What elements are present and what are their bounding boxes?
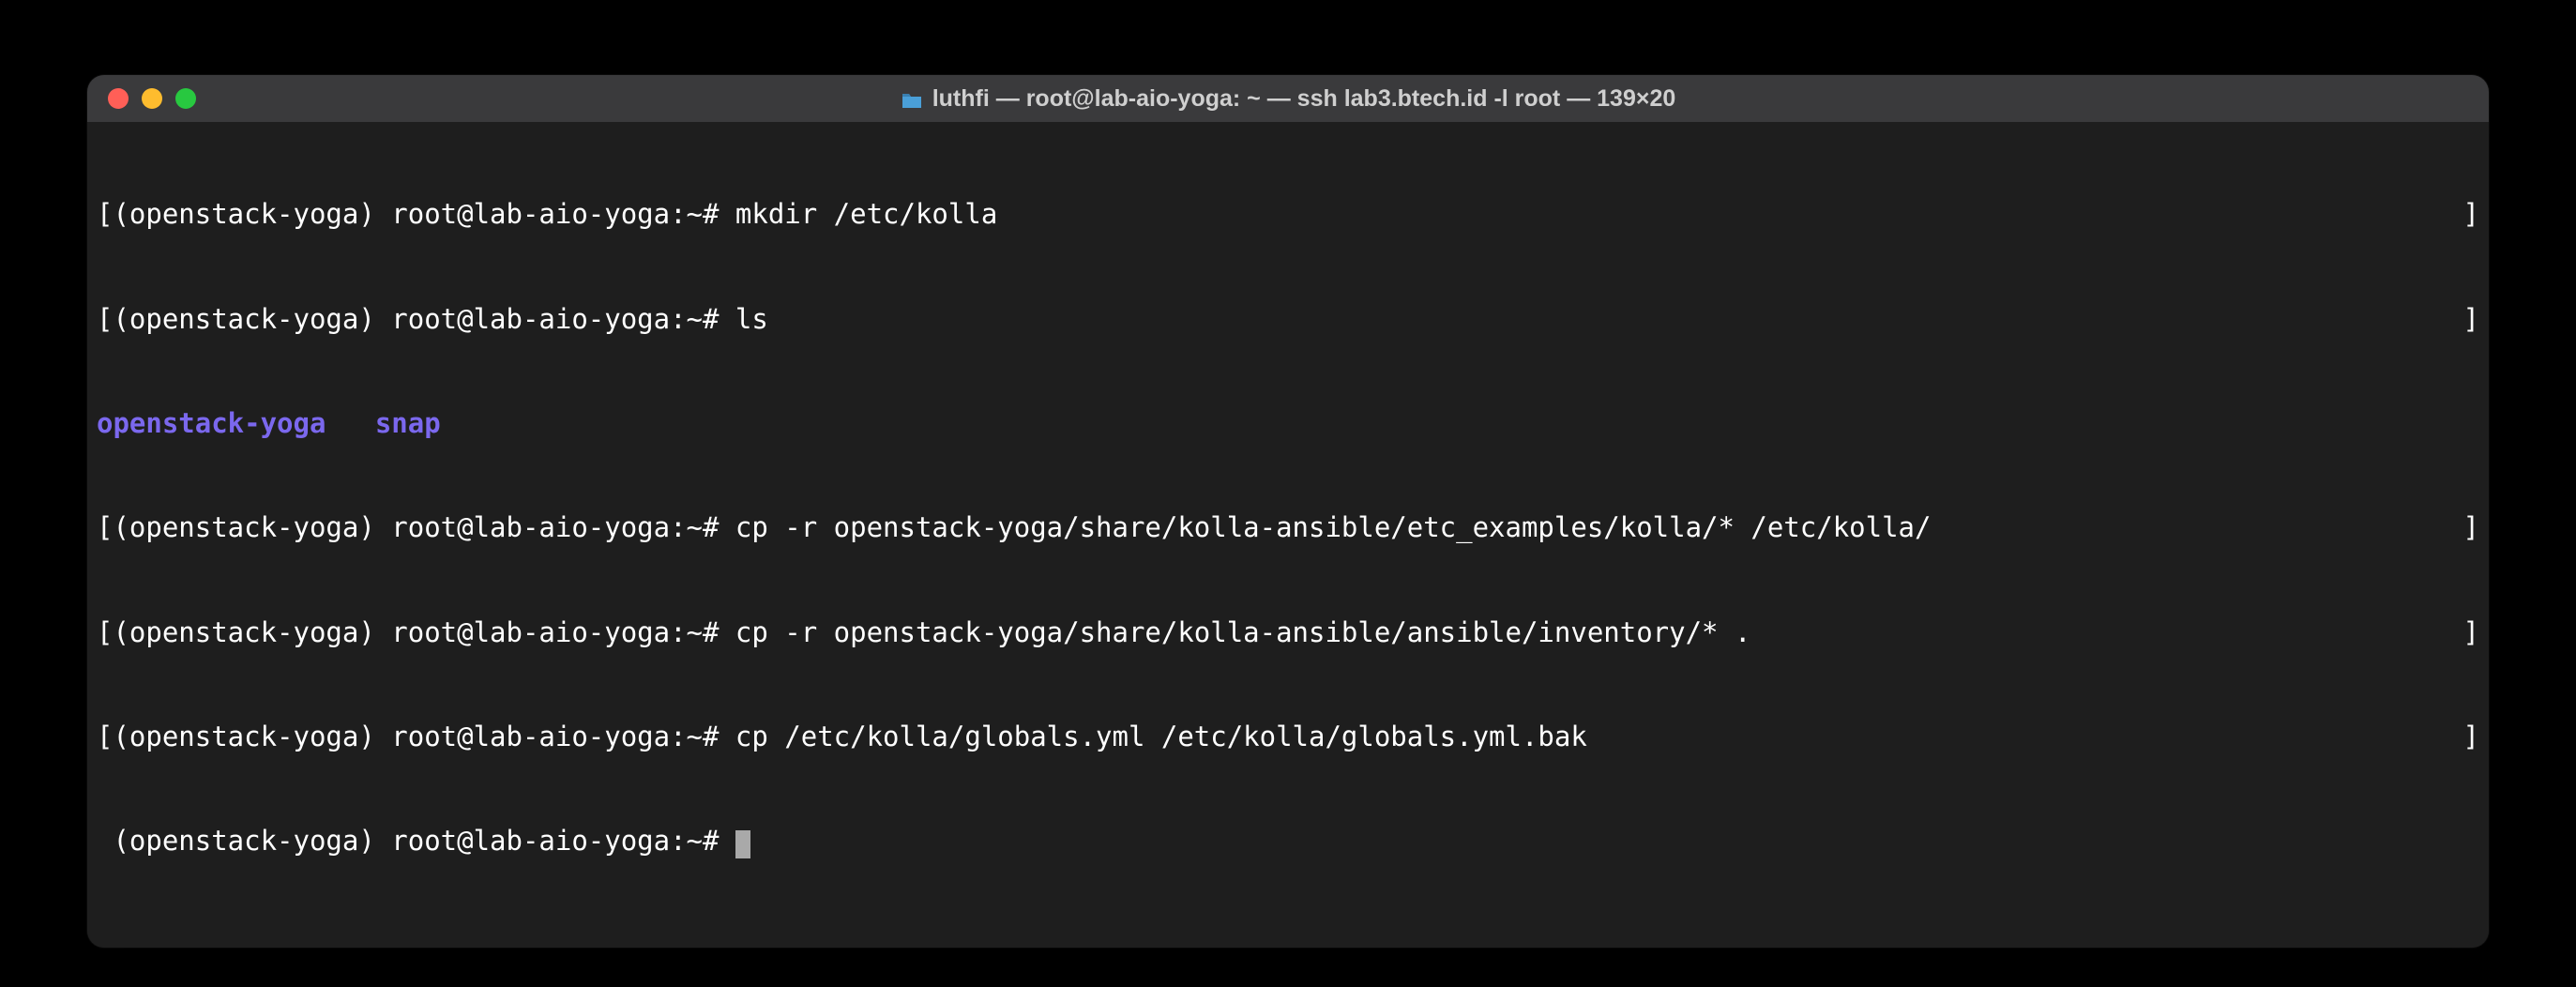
maximize-button[interactable] [175, 88, 196, 109]
command-text: ls [735, 303, 768, 335]
terminal-line: [(openstack-yoga) root@lab-aio-yoga:~# c… [97, 510, 2479, 545]
command-text: mkdir /etc/kolla [735, 198, 997, 230]
titlebar: luthfi — root@lab-aio-yoga: ~ — ssh lab3… [87, 75, 2489, 122]
prompt: [(openstack-yoga) root@lab-aio-yoga:~# [97, 511, 735, 543]
command-text: cp /etc/kolla/globals.yml /etc/kolla/glo… [735, 721, 1587, 752]
window-title: luthfi — root@lab-aio-yoga: ~ — ssh lab3… [106, 85, 2470, 113]
terminal-line-current: (openstack-yoga) root@lab-aio-yoga:~# [97, 824, 2479, 858]
terminal-body[interactable]: [(openstack-yoga) root@lab-aio-yoga:~# m… [87, 122, 2489, 948]
terminal-line: [(openstack-yoga) root@lab-aio-yoga:~# c… [97, 615, 2479, 650]
terminal-window: luthfi — root@lab-aio-yoga: ~ — ssh lab3… [87, 75, 2489, 948]
line-end-bracket: ] [2463, 510, 2479, 545]
prompt: [(openstack-yoga) root@lab-aio-yoga:~# [97, 721, 735, 752]
command-text: cp -r openstack-yoga/share/kolla-ansible… [735, 511, 1932, 543]
line-end-bracket: ] [2463, 615, 2479, 650]
prompt: [(openstack-yoga) root@lab-aio-yoga:~# [97, 303, 735, 335]
directory-name: snap [375, 407, 441, 439]
folder-icon [901, 89, 923, 108]
prompt: [(openstack-yoga) root@lab-aio-yoga:~# [97, 616, 735, 648]
window-title-text: luthfi — root@lab-aio-yoga: ~ — ssh lab3… [932, 85, 1676, 113]
ls-output-line: openstack-yoga snap [97, 406, 2479, 441]
command-text: cp -r openstack-yoga/share/kolla-ansible… [735, 616, 1751, 648]
close-button[interactable] [108, 88, 129, 109]
terminal-line: [(openstack-yoga) root@lab-aio-yoga:~# l… [97, 302, 2479, 337]
cursor [735, 830, 750, 858]
window-controls [108, 88, 196, 109]
line-end-bracket: ] [2463, 197, 2479, 232]
line-end-bracket: ] [2463, 302, 2479, 337]
directory-name: openstack-yoga [97, 407, 326, 439]
minimize-button[interactable] [142, 88, 162, 109]
prompt: [(openstack-yoga) root@lab-aio-yoga:~# [97, 198, 735, 230]
terminal-line: [(openstack-yoga) root@lab-aio-yoga:~# m… [97, 197, 2479, 232]
line-end-bracket: ] [2463, 720, 2479, 754]
terminal-line: [(openstack-yoga) root@lab-aio-yoga:~# c… [97, 720, 2479, 754]
prompt: (openstack-yoga) root@lab-aio-yoga:~# [97, 825, 735, 857]
